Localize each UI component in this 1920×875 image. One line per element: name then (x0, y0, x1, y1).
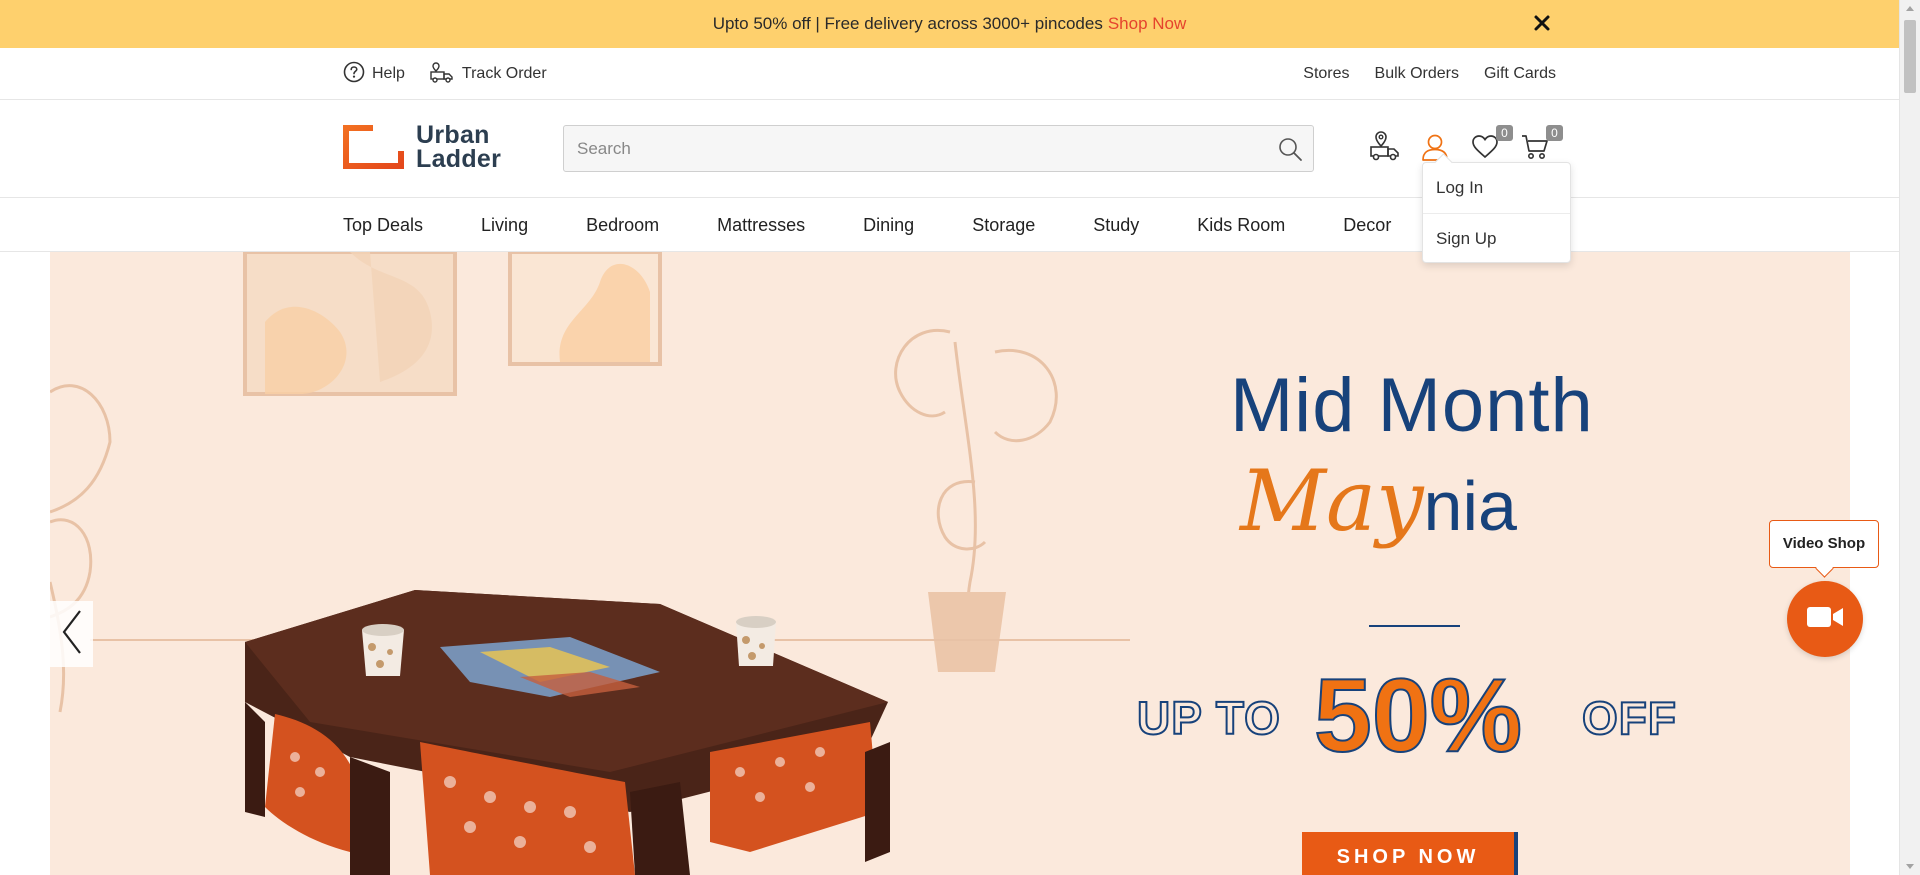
hero-offer: UP TO 50% OFF (1136, 657, 1697, 775)
track-order-label: Track Order (461, 65, 547, 82)
search-input[interactable] (564, 126, 1264, 171)
search-icon[interactable] (1277, 136, 1303, 162)
video-shop-button[interactable] (1787, 581, 1863, 657)
cart-count-badge: 0 (1546, 125, 1563, 141)
nav-item-study[interactable]: Study (1093, 215, 1139, 236)
hero-headline-nia: nia (1423, 467, 1517, 545)
nav-item-dining[interactable]: Dining (863, 215, 914, 236)
account-dropdown: Log In Sign Up (1422, 162, 1571, 263)
hero-divider (1369, 625, 1460, 627)
hero-headline-maynia: Maynia (1240, 452, 1517, 550)
nav-item-decor[interactable]: Decor (1343, 215, 1391, 236)
close-icon[interactable] (1531, 12, 1553, 34)
hero-illustration (50, 252, 1130, 875)
nav-item-living[interactable]: Living (481, 215, 528, 236)
video-shop-label[interactable]: Video Shop (1769, 520, 1879, 568)
logo-text: Urban Ladder (416, 121, 502, 173)
site-header: Urban Ladder 0 (0, 100, 1899, 198)
help-link[interactable]: Help (343, 61, 405, 88)
login-option[interactable]: Log In (1423, 163, 1570, 213)
page-scrollbar[interactable] (1899, 0, 1920, 875)
utility-bar: Help Track Order Stores Bulk Orders Gift… (0, 48, 1899, 100)
promo-shop-now-link[interactable]: Shop Now (1108, 14, 1186, 34)
track-order-link[interactable]: Track Order (429, 60, 547, 89)
chevron-left-icon (61, 609, 83, 660)
hero-headline-mid-month: Mid Month (1230, 363, 1594, 448)
hero-percent: 50% (1313, 657, 1523, 775)
scroll-down-arrow-icon[interactable] (1906, 864, 1914, 869)
help-icon (343, 61, 365, 88)
hero-off: OFF (1581, 691, 1677, 745)
search-bar (563, 125, 1314, 172)
logo-text-line1: Urban (416, 121, 490, 149)
delivery-location-icon (1368, 130, 1402, 168)
heart-icon (1471, 134, 1499, 165)
promo-text: Upto 50% off | Free delivery across 3000… (712, 14, 1103, 33)
hero-banner[interactable]: Mid Month Maynia UP TO 50% OFF SHOP NOW (50, 252, 1850, 875)
nav-item-mattresses[interactable]: Mattresses (717, 215, 805, 236)
help-label: Help (372, 65, 405, 82)
hero-headline-may: May (1240, 452, 1424, 550)
nav-item-kids-room[interactable]: Kids Room (1197, 215, 1285, 236)
delivery-truck-icon (429, 60, 455, 89)
stores-link[interactable]: Stores (1303, 65, 1349, 83)
cart-button[interactable]: 0 (1519, 125, 1563, 165)
nav-item-bedroom[interactable]: Bedroom (586, 215, 659, 236)
hero-shop-now-button[interactable]: SHOP NOW (1302, 832, 1518, 875)
hero-up-to: UP TO (1136, 691, 1281, 745)
logo-mark-icon (343, 125, 404, 169)
promo-banner: Upto 50% off | Free delivery across 3000… (0, 0, 1899, 48)
logo-text-line2: Ladder (416, 145, 502, 173)
gift-cards-link[interactable]: Gift Cards (1484, 65, 1556, 83)
wishlist-count-badge: 0 (1496, 125, 1513, 141)
category-nav: Top Deals Living Bedroom Mattresses Dini… (0, 198, 1899, 252)
signup-option[interactable]: Sign Up (1423, 213, 1570, 263)
scroll-up-arrow-icon[interactable] (1906, 6, 1914, 11)
nav-item-top-deals[interactable]: Top Deals (343, 215, 423, 236)
wishlist-button[interactable]: 0 (1469, 125, 1513, 165)
scrollbar-thumb[interactable] (1904, 20, 1916, 93)
bulk-orders-link[interactable]: Bulk Orders (1375, 65, 1459, 83)
nav-item-storage[interactable]: Storage (972, 215, 1035, 236)
store-locator-button[interactable] (1368, 130, 1402, 168)
carousel-prev-button[interactable] (50, 601, 93, 667)
video-camera-icon (1806, 605, 1844, 634)
urban-ladder-logo[interactable]: Urban Ladder (343, 121, 502, 173)
